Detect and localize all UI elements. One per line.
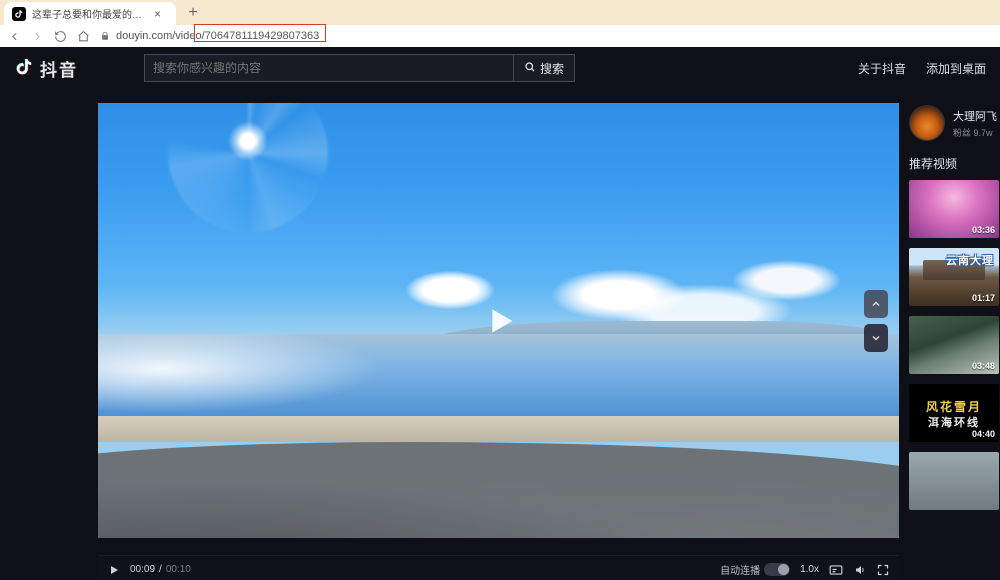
next-video-button[interactable] xyxy=(864,324,888,352)
play-overlay-icon[interactable] xyxy=(479,301,519,341)
app-logo[interactable]: 抖音 xyxy=(14,56,78,81)
search-input[interactable] xyxy=(153,61,505,75)
scene-beach xyxy=(98,416,899,442)
search-button[interactable]: 搜索 xyxy=(514,54,575,82)
address-bar[interactable]: douyin.com/video/7064781119429807363 xyxy=(100,30,992,42)
time-display: 00:09 / 00:10 xyxy=(130,564,191,575)
add-to-desktop-link[interactable]: 添加到桌面 xyxy=(926,60,986,77)
tab-close-icon[interactable]: × xyxy=(154,7,161,21)
top-right-links: 关于抖音 添加到桌面 xyxy=(858,60,986,77)
right-sidebar: 大理阿飞 粉丝 9.7w 推荐视频 03:36 云南大理 01:17 03:48 xyxy=(899,89,1000,580)
scene-road xyxy=(98,442,899,538)
recommend-title: 推荐视频 xyxy=(899,143,1000,180)
about-link[interactable]: 关于抖音 xyxy=(858,60,906,77)
video-frame[interactable] xyxy=(98,103,899,538)
app-name: 抖音 xyxy=(40,56,78,81)
douyin-logo-icon xyxy=(14,57,34,79)
recommend-item[interactable]: 03:36 xyxy=(909,180,999,238)
browser-tab[interactable]: 这辈子总要和你最爱的人来看一 × xyxy=(4,2,176,26)
nav-home-icon[interactable] xyxy=(77,30,90,43)
tab-favicon-douyin-icon xyxy=(12,7,26,21)
recommend-item[interactable]: 云南大理 01:17 xyxy=(909,248,999,306)
autoplay-toggle-group[interactable]: 自动连播 xyxy=(720,562,790,577)
player-controls: 00:09 / 00:10 自动连播 1.0x xyxy=(98,555,899,580)
thumb-duration: 03:36 xyxy=(972,225,995,235)
prev-video-button[interactable] xyxy=(864,290,888,318)
scene-sea xyxy=(98,334,899,421)
main-area: 00:09 / 00:10 自动连播 1.0x xyxy=(0,89,1000,580)
thumb-overlay-text: 云南大理 xyxy=(946,252,994,268)
danmu-icon[interactable] xyxy=(829,564,843,576)
address-bar-row: douyin.com/video/7064781119429807363 xyxy=(0,25,1000,47)
recommend-list: 03:36 云南大理 01:17 03:48 风花雪月 洱海环线 04:40 xyxy=(899,180,1000,510)
video-nav-arrows xyxy=(864,290,888,352)
tab-title: 这辈子总要和你最爱的人来看一 xyxy=(32,6,142,21)
video-player: 00:09 / 00:10 自动连播 1.0x xyxy=(98,103,899,580)
volume-icon[interactable] xyxy=(853,564,867,576)
search-box[interactable] xyxy=(144,54,514,82)
lock-icon xyxy=(100,31,110,41)
thumb-duration: 04:40 xyxy=(972,429,995,439)
recommend-item[interactable] xyxy=(909,452,999,510)
douyin-app: 抖音 搜索 关于抖音 添加到桌面 xyxy=(0,47,1000,580)
search-button-label: 搜索 xyxy=(540,60,564,77)
thumb-duration: 03:48 xyxy=(972,361,995,371)
autoplay-label: 自动连播 xyxy=(720,562,760,577)
thumb-line2: 洱海环线 xyxy=(909,414,999,430)
speed-label[interactable]: 1.0x xyxy=(800,564,819,575)
nav-forward-icon[interactable] xyxy=(31,30,44,43)
fullscreen-icon[interactable] xyxy=(877,564,889,576)
thumb-duration: 01:17 xyxy=(972,293,995,303)
new-tab-button[interactable]: + xyxy=(182,2,204,24)
tab-bar: 这辈子总要和你最爱的人来看一 × + xyxy=(0,0,1000,25)
recommend-item[interactable]: 03:48 xyxy=(909,316,999,374)
url-text: douyin.com/video/7064781119429807363 xyxy=(116,30,319,42)
top-bar: 抖音 搜索 关于抖音 添加到桌面 xyxy=(0,47,1000,89)
current-time: 00:09 xyxy=(130,564,155,575)
author-name: 大理阿飞 xyxy=(953,108,997,124)
author-fans: 粉丝 9.7w xyxy=(953,126,997,139)
search-bar: 搜索 xyxy=(144,54,575,82)
scene-sun xyxy=(228,121,268,161)
browser-chrome: 这辈子总要和你最爱的人来看一 × + douyin.com/video/7064… xyxy=(0,0,1000,47)
thumb-line1: 风花雪月 xyxy=(909,398,999,415)
author-avatar[interactable] xyxy=(909,105,945,141)
author-card[interactable]: 大理阿飞 粉丝 9.7w xyxy=(899,103,1000,143)
recommend-item[interactable]: 风花雪月 洱海环线 04:40 xyxy=(909,384,999,442)
nav-reload-icon[interactable] xyxy=(54,30,67,43)
duration: 00:10 xyxy=(166,564,191,575)
play-button-icon[interactable] xyxy=(108,564,120,576)
author-meta: 大理阿飞 粉丝 9.7w xyxy=(953,108,997,139)
autoplay-toggle[interactable] xyxy=(764,563,790,576)
search-icon xyxy=(524,61,536,76)
nav-back-icon[interactable] xyxy=(8,30,21,43)
